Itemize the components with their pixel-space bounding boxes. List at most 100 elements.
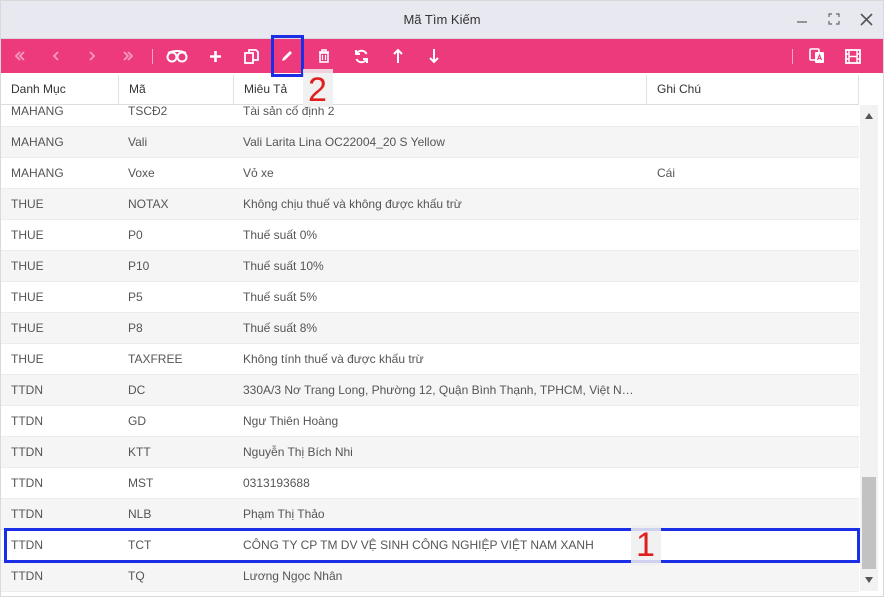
- close-icon: [859, 12, 873, 26]
- next-record-button[interactable]: [78, 39, 106, 73]
- scroll-up-button[interactable]: [860, 107, 878, 125]
- table-row[interactable]: THUE NOTAX Không chịu thuế và không được…: [1, 189, 859, 220]
- cell-description: Lương Ngọc Nhân: [243, 569, 343, 583]
- column-header-note[interactable]: Ghi Chú: [647, 75, 859, 104]
- triangle-down-icon: [865, 577, 873, 583]
- cell-category: THUE: [11, 352, 44, 366]
- translate-button[interactable]: [803, 39, 831, 73]
- cell-category: TTDN: [11, 476, 43, 490]
- cell-category: TTDN: [11, 383, 43, 397]
- cell-code: NLB: [128, 507, 152, 521]
- cell-note: [647, 251, 859, 281]
- cell-note: [647, 437, 859, 467]
- scrollbar-thumb[interactable]: [862, 477, 876, 569]
- trash-icon: [319, 49, 329, 63]
- minimize-button[interactable]: [793, 10, 811, 28]
- arrow-down-icon: [429, 49, 439, 64]
- copy-button[interactable]: [237, 39, 265, 73]
- film-icon: [845, 48, 861, 64]
- table-row[interactable]: THUE P10 Thuế suất 10%: [1, 251, 859, 282]
- cell-description: Không tính thuế và được khấu trừ: [243, 352, 424, 366]
- maximize-button[interactable]: [825, 10, 843, 28]
- cell-category: TTDN: [11, 569, 43, 583]
- cell-category: THUE: [11, 290, 44, 304]
- cell-category: TTDN: [11, 507, 43, 521]
- first-record-button[interactable]: [6, 39, 34, 73]
- scroll-down-button[interactable]: [860, 571, 878, 589]
- binoculars-icon: [166, 50, 188, 63]
- cell-description: Thuế suất 0%: [243, 228, 318, 242]
- title-bar: Mã Tìm Kiếm: [1, 1, 883, 39]
- move-down-button[interactable]: [420, 39, 448, 73]
- cell-description: 0313193688: [243, 476, 310, 490]
- cell-category: THUE: [11, 228, 44, 242]
- cell-code: P8: [128, 321, 143, 335]
- table-row[interactable]: MAHANG TSCĐ2 Tài sản cố định 2: [1, 105, 859, 127]
- view-button[interactable]: [163, 39, 191, 73]
- step-marker-1: 1: [636, 526, 655, 564]
- grid-body: MAHANG TSCĐ2 Tài sản cố định 2 MAHANG Va…: [1, 105, 859, 597]
- minimize-icon: [797, 21, 807, 23]
- table-row[interactable]: TTDN GD Ngư Thiên Hoàng: [1, 406, 859, 437]
- cell-category: MAHANG: [11, 105, 64, 118]
- last-record-button[interactable]: [114, 39, 142, 73]
- toolbar-separator: [152, 49, 153, 64]
- toolbar-separator: [792, 49, 793, 64]
- move-up-button[interactable]: [384, 39, 412, 73]
- cell-description: Phạm Thị Thảo: [243, 507, 325, 521]
- prev-record-button[interactable]: [42, 39, 70, 73]
- window-title: Mã Tìm Kiếm: [403, 12, 481, 27]
- cell-category: THUE: [11, 259, 44, 273]
- cell-category: TTDN: [11, 414, 43, 428]
- translate-icon: [809, 48, 824, 63]
- cell-note: [647, 189, 859, 219]
- table-row[interactable]: TTDN MST 0313193688: [1, 468, 859, 499]
- film-button[interactable]: [839, 39, 867, 73]
- vertical-scrollbar[interactable]: [860, 105, 878, 591]
- add-button[interactable]: [201, 39, 229, 73]
- table-row[interactable]: TTDN DC 330A/3 Nơ Trang Long, Phường 12,…: [1, 375, 859, 406]
- table-row[interactable]: THUE TAXFREE Không tính thuế và được khấ…: [1, 344, 859, 375]
- table-row[interactable]: THUE P5 Thuế suất 5%: [1, 282, 859, 313]
- cell-code: TAXFREE: [128, 352, 183, 366]
- toolbar: [1, 39, 883, 73]
- column-header-description[interactable]: Miêu Tả: [234, 75, 647, 104]
- cell-note: [647, 220, 859, 250]
- column-header-category[interactable]: Danh Mục: [1, 75, 119, 104]
- double-chevron-right-icon: [123, 51, 134, 61]
- cell-description: Nguyễn Thị Bích Nhi: [243, 445, 353, 459]
- triangle-up-icon: [865, 113, 873, 119]
- maximize-icon: [828, 13, 840, 25]
- column-header-code[interactable]: Mã: [119, 75, 234, 104]
- cell-note: [647, 105, 859, 126]
- cell-code: P0: [128, 228, 143, 242]
- cell-description: Vỏ xe: [243, 166, 274, 180]
- cell-code: MST: [128, 476, 154, 490]
- arrow-up-icon: [393, 48, 403, 63]
- cell-category: THUE: [11, 321, 44, 335]
- edit-button-highlight: [271, 35, 304, 77]
- table-row[interactable]: MAHANG Vali Vali Larita Lina OC22004_20 …: [1, 127, 859, 158]
- cell-note: [647, 468, 859, 498]
- delete-button[interactable]: [310, 39, 338, 73]
- cell-note: [647, 344, 859, 374]
- refresh-icon: [354, 49, 368, 63]
- table-row[interactable]: THUE P8 Thuế suất 8%: [1, 313, 859, 344]
- table-row[interactable]: TTDN TQ Lương Ngọc Nhân: [1, 561, 859, 592]
- refresh-button[interactable]: [347, 39, 375, 73]
- cell-code: KTT: [128, 445, 151, 459]
- table-row[interactable]: TTDN KTT Nguyễn Thị Bích Nhi: [1, 437, 859, 468]
- cell-code: P5: [128, 290, 143, 304]
- table-row[interactable]: THUE P0 Thuế suất 0%: [1, 220, 859, 251]
- plus-icon: [209, 50, 221, 62]
- cell-code: GD: [128, 414, 146, 428]
- table-row[interactable]: MAHANG Voxe Vỏ xe Cái: [1, 158, 859, 189]
- double-chevron-left-icon: [14, 51, 25, 61]
- cell-code: Vali: [128, 135, 148, 149]
- cell-note: [647, 282, 859, 312]
- chevron-right-icon: [89, 51, 96, 61]
- cell-code: TSCĐ2: [128, 105, 168, 118]
- table-row[interactable]: TTDN NLB Phạm Thị Thảo: [1, 499, 859, 530]
- close-button[interactable]: [857, 10, 875, 28]
- cell-note: [647, 313, 859, 343]
